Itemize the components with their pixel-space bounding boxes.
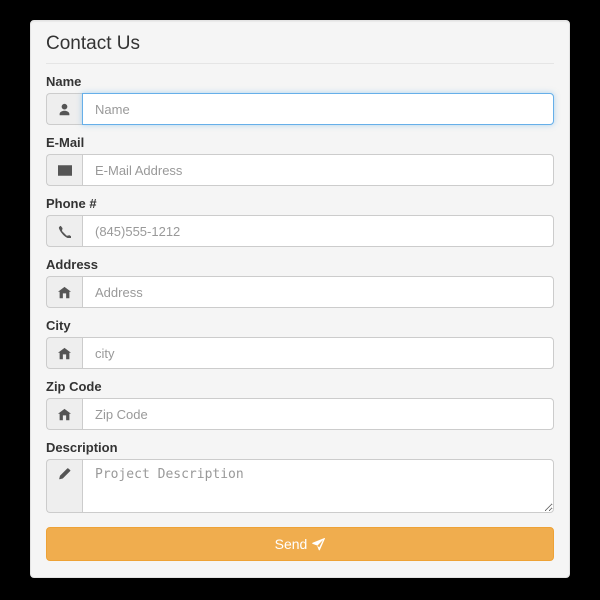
description-input-group: [46, 459, 554, 513]
description-input[interactable]: [82, 459, 554, 513]
home-icon: [46, 276, 82, 308]
email-group: E-Mail: [46, 135, 554, 186]
city-input-group: [46, 337, 554, 369]
name-group: Name: [46, 74, 554, 125]
send-button[interactable]: Send: [46, 527, 554, 561]
contact-form-panel: Contact Us Name E-Mail Phone #: [30, 20, 570, 578]
zip-group: Zip Code: [46, 379, 554, 430]
phone-input-group: [46, 215, 554, 247]
city-group: City: [46, 318, 554, 369]
zip-input[interactable]: [82, 398, 554, 430]
zip-label: Zip Code: [46, 379, 554, 394]
address-label: Address: [46, 257, 554, 272]
name-input-group: [46, 93, 554, 125]
user-icon: [46, 93, 82, 125]
panel-title: Contact Us: [46, 31, 554, 63]
home-icon: [46, 337, 82, 369]
description-group: Description: [46, 440, 554, 513]
phone-input[interactable]: [82, 215, 554, 247]
pencil-icon: [46, 459, 82, 513]
phone-group: Phone #: [46, 196, 554, 247]
phone-label: Phone #: [46, 196, 554, 211]
name-label: Name: [46, 74, 554, 89]
email-label: E-Mail: [46, 135, 554, 150]
address-input-group: [46, 276, 554, 308]
paper-plane-icon: [312, 538, 325, 551]
city-label: City: [46, 318, 554, 333]
phone-icon: [46, 215, 82, 247]
email-input-group: [46, 154, 554, 186]
home-icon: [46, 398, 82, 430]
description-label: Description: [46, 440, 554, 455]
city-input[interactable]: [82, 337, 554, 369]
send-button-label: Send: [275, 536, 308, 552]
address-input[interactable]: [82, 276, 554, 308]
divider: [46, 63, 554, 64]
email-input[interactable]: [82, 154, 554, 186]
zip-input-group: [46, 398, 554, 430]
envelope-icon: [46, 154, 82, 186]
address-group: Address: [46, 257, 554, 308]
name-input[interactable]: [82, 93, 554, 125]
